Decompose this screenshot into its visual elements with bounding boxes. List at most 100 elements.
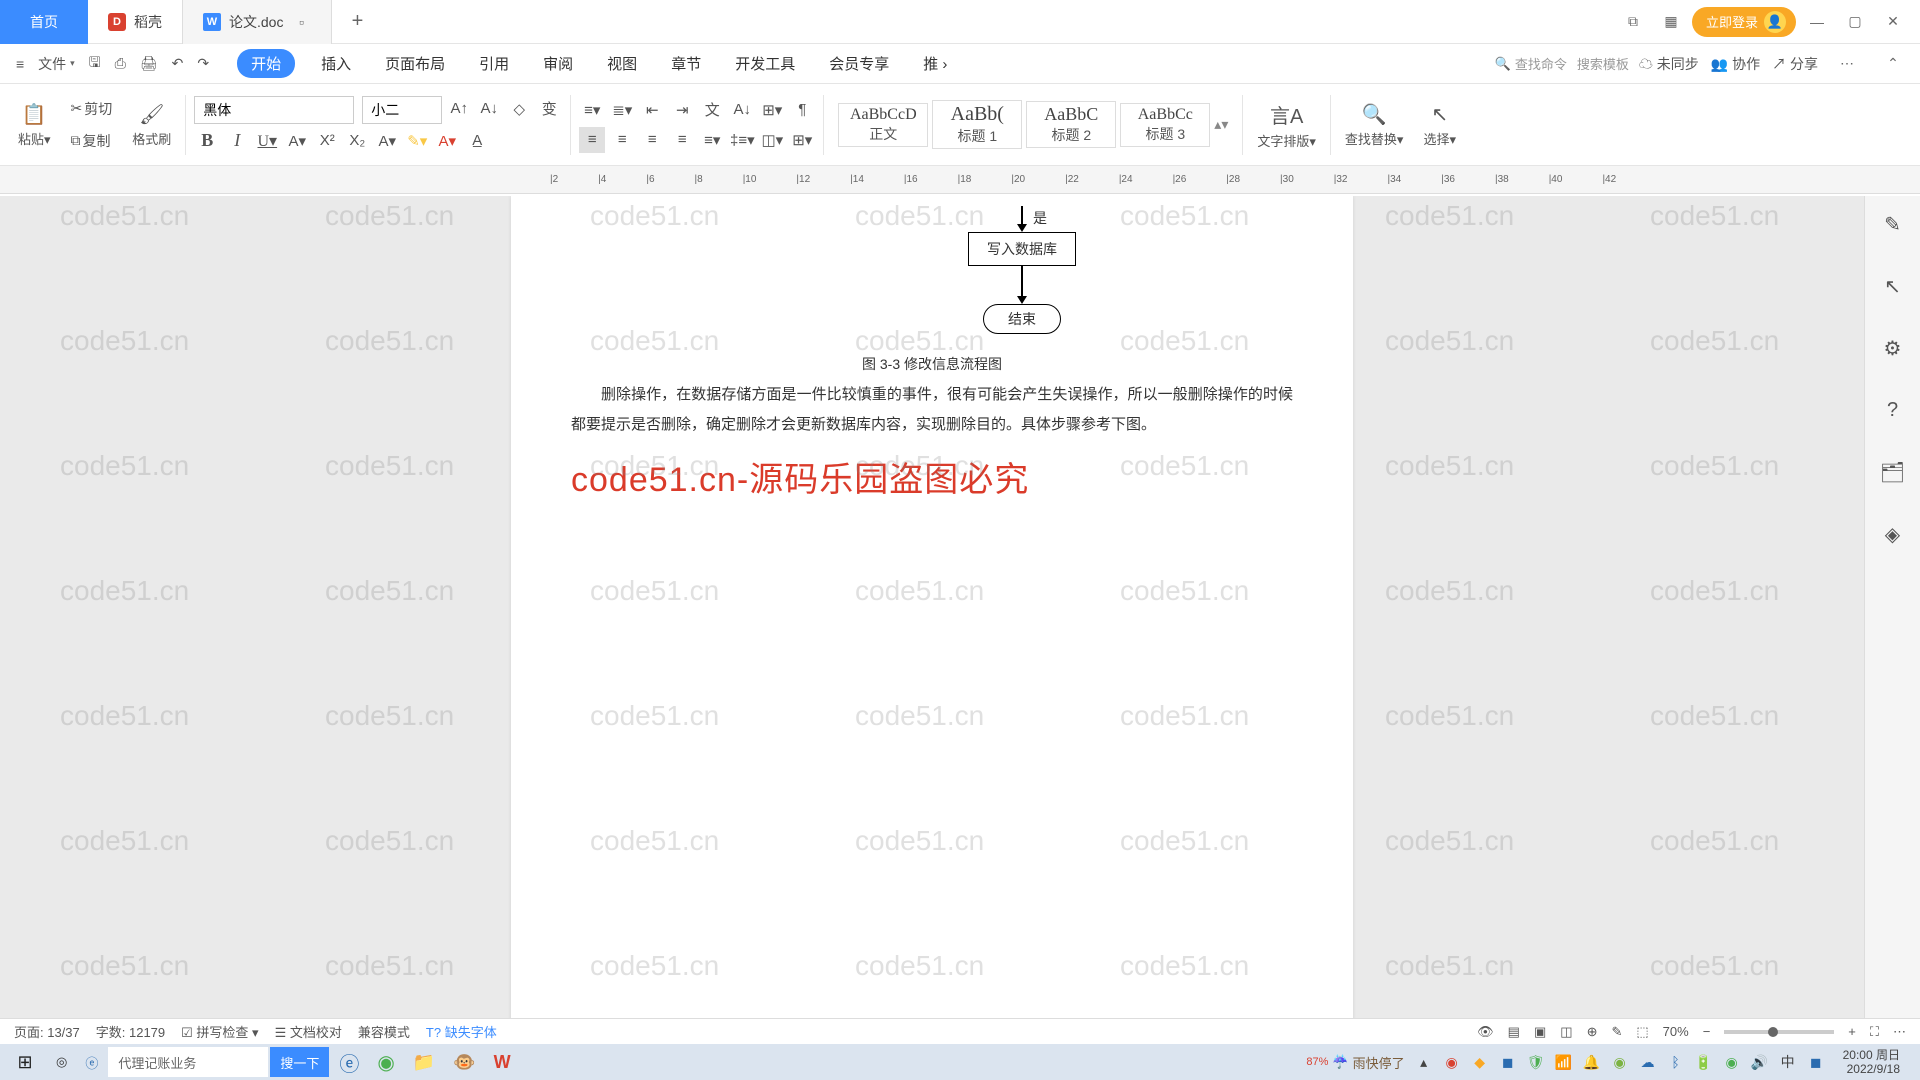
- print-icon[interactable]: ⎙: [109, 51, 132, 76]
- align-justify-button[interactable]: ≡: [669, 127, 695, 153]
- phonetic-icon[interactable]: 变: [536, 96, 562, 122]
- collapse-ribbon-icon[interactable]: ⌃: [1876, 47, 1910, 81]
- underline-button[interactable]: U▾: [254, 128, 280, 154]
- draft-view-icon[interactable]: ✎: [1611, 1024, 1622, 1040]
- find-replace-group[interactable]: 🔍 查找替换▾: [1339, 102, 1410, 148]
- template-search[interactable]: 搜索模板: [1577, 54, 1629, 73]
- proofread-button[interactable]: ☰ 文档校对: [275, 1022, 342, 1041]
- char-border-button[interactable]: A̲: [464, 128, 490, 154]
- tray-action-icon[interactable]: ◼: [1807, 1053, 1825, 1071]
- font-select[interactable]: [194, 96, 354, 124]
- ribbon-tab-insert[interactable]: 插入: [313, 49, 359, 78]
- save-icon[interactable]: 🖫: [83, 48, 107, 80]
- tray-shield-icon[interactable]: ◉: [1443, 1053, 1461, 1071]
- shrink-font-icon[interactable]: A↓: [476, 96, 502, 122]
- window-split-icon[interactable]: ⧉: [1616, 5, 1650, 39]
- sync-status[interactable]: ☁ 未同步: [1639, 54, 1699, 74]
- show-marks-button[interactable]: ¶: [789, 97, 815, 123]
- numbering-button[interactable]: ≣▾: [609, 97, 635, 123]
- tray-up-icon[interactable]: ▴: [1415, 1053, 1433, 1071]
- ribbon-tab-review[interactable]: 审阅: [535, 49, 581, 78]
- ribbon-tab-more[interactable]: 推 ›: [915, 49, 955, 78]
- tray-wifi-icon[interactable]: 📶: [1555, 1053, 1573, 1071]
- bullets-button[interactable]: ≡▾: [579, 97, 605, 123]
- eye-icon[interactable]: 👁: [1477, 1024, 1494, 1040]
- tab-add-button[interactable]: +: [342, 7, 372, 37]
- tray-ime-icon[interactable]: 中: [1779, 1053, 1797, 1071]
- hamburger-icon[interactable]: ≡: [10, 52, 30, 76]
- line-spacing-button[interactable]: ‡≡▾: [729, 127, 755, 153]
- help-icon[interactable]: ?: [1875, 392, 1911, 428]
- font-size-select[interactable]: [362, 96, 442, 124]
- zoom-out-button[interactable]: −: [1703, 1024, 1711, 1039]
- taskbar-search-go[interactable]: 搜一下: [270, 1047, 329, 1077]
- diamond-icon[interactable]: ◈: [1875, 516, 1911, 552]
- word-count[interactable]: 字数: 12179: [96, 1022, 165, 1041]
- tab-menu-icon[interactable]: ▫: [291, 5, 311, 39]
- undo-icon[interactable]: ↶: [166, 51, 190, 76]
- read-view-icon[interactable]: ▤: [1508, 1024, 1520, 1040]
- sort-button[interactable]: A↓: [729, 97, 755, 123]
- redo-icon[interactable]: ↷: [191, 51, 215, 76]
- bold-button[interactable]: B: [194, 128, 220, 154]
- clear-format-icon[interactable]: ◇: [506, 96, 532, 122]
- tray-green-icon[interactable]: ◉: [1723, 1053, 1741, 1071]
- page-view-icon[interactable]: ▣: [1534, 1024, 1546, 1040]
- maximize-button[interactable]: ▢: [1838, 5, 1872, 39]
- zoom-level[interactable]: 70%: [1663, 1024, 1689, 1039]
- ribbon-tab-reference[interactable]: 引用: [471, 49, 517, 78]
- zoom-slider[interactable]: [1724, 1030, 1834, 1034]
- text-effect-button[interactable]: A▾: [374, 128, 400, 154]
- tray-bluetooth-icon[interactable]: ᛒ: [1667, 1053, 1685, 1071]
- more-icon[interactable]: ⋯: [1830, 47, 1864, 81]
- tray-volume-icon[interactable]: 🔊: [1751, 1053, 1769, 1071]
- style-heading2[interactable]: AaBbC标题 2: [1026, 101, 1116, 148]
- tabs-button[interactable]: ⊞▾: [759, 97, 785, 123]
- subscript-button[interactable]: X₂: [344, 128, 370, 154]
- close-button[interactable]: ✕: [1876, 5, 1910, 39]
- file-menu[interactable]: 文件▾: [32, 50, 81, 78]
- align-left-button[interactable]: ≡: [579, 127, 605, 153]
- grow-font-icon[interactable]: A↑: [446, 96, 472, 122]
- collab-button[interactable]: 👥 协作: [1711, 54, 1760, 74]
- asian-layout-button[interactable]: 文: [699, 97, 725, 123]
- tray-orange-icon[interactable]: ◆: [1471, 1053, 1489, 1071]
- browser-ie-icon[interactable]: ⓔ: [77, 1047, 106, 1077]
- ribbon-tab-vip[interactable]: 会员专享: [821, 49, 897, 78]
- task-app1[interactable]: 🐵: [445, 1047, 483, 1077]
- format-painter-icon[interactable]: 🖌: [139, 102, 164, 127]
- tab-home[interactable]: 首页: [0, 0, 88, 44]
- outline-view-icon[interactable]: ◫: [1560, 1024, 1572, 1040]
- login-button[interactable]: 立即登录👤: [1692, 7, 1796, 37]
- body-paragraph[interactable]: 删除操作，在数据存储方面是一件比较慎重的事件，很有可能会产生失误操作，所以一般删…: [571, 380, 1293, 440]
- tray-bell-icon[interactable]: 🔔: [1583, 1053, 1601, 1071]
- page-indicator[interactable]: 页面: 13/37: [14, 1022, 80, 1041]
- settings-slider-icon[interactable]: ⚙: [1875, 330, 1911, 366]
- zoom-in-button[interactable]: +: [1848, 1024, 1856, 1039]
- style-heading1[interactable]: AaBb(标题 1: [932, 100, 1022, 149]
- increase-indent-button[interactable]: ⇥: [669, 97, 695, 123]
- ribbon-tab-start[interactable]: 开始: [237, 49, 295, 78]
- command-search[interactable]: 🔍 查找命令: [1495, 54, 1567, 73]
- paste-icon[interactable]: 📋: [22, 102, 47, 127]
- tab-shell[interactable]: D稻壳: [88, 0, 182, 44]
- tray-onedrive-icon[interactable]: ☁: [1639, 1053, 1657, 1071]
- weather-widget[interactable]: 87% ☔ 雨快停了: [1306, 1053, 1404, 1072]
- shading-button[interactable]: ◫▾: [759, 127, 785, 153]
- paste-button[interactable]: 粘贴▾: [18, 129, 51, 148]
- ribbon-tab-dev[interactable]: 开发工具: [727, 49, 803, 78]
- spell-check-toggle[interactable]: ☑ 拼写检查 ▾: [181, 1022, 258, 1041]
- strike-button[interactable]: A▾: [284, 128, 310, 154]
- web-view-icon[interactable]: ⊕: [1587, 1024, 1598, 1040]
- copilot-icon[interactable]: ◎: [48, 1047, 75, 1077]
- distribute-button[interactable]: ≡▾: [699, 127, 725, 153]
- align-center-button[interactable]: ≡: [609, 127, 635, 153]
- cursor-tool-icon[interactable]: ↖: [1875, 268, 1911, 304]
- tray-nvidia-icon[interactable]: ◉: [1611, 1053, 1629, 1071]
- styles-gallery[interactable]: AaBbCcD正文 AaBb(标题 1 AaBbC标题 2 AaBbCc标题 3…: [832, 100, 1234, 149]
- highlight-button[interactable]: ✎▾: [404, 128, 430, 154]
- tray-battery-icon[interactable]: 🔋: [1695, 1053, 1713, 1071]
- style-heading3[interactable]: AaBbCc标题 3: [1120, 103, 1210, 147]
- tab-document[interactable]: W论文.doc▫: [182, 0, 332, 44]
- minimize-button[interactable]: —: [1800, 5, 1834, 39]
